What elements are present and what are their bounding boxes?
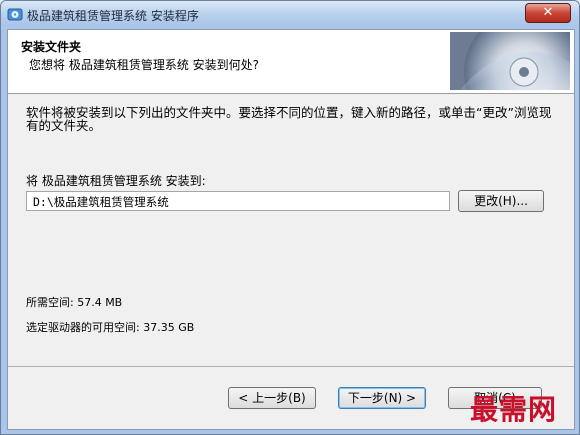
close-button[interactable]: ✕ — [525, 3, 571, 23]
available-space-text: 选定驱动器的可用空间: 37.35 GB — [26, 321, 195, 334]
installer-app-icon — [7, 8, 23, 21]
installer-window: 极品建筑租赁管理系统 安装程序 ✕ 安装文件夹 您想将 极品建筑租赁管理系统 安… — [0, 0, 580, 435]
title-bar[interactable]: 极品建筑租赁管理系统 安装程序 ✕ — [1, 1, 579, 27]
next-button[interactable]: 下一步(N) > — [338, 387, 426, 409]
required-space-text: 所需空间: 57.4 MB — [26, 296, 123, 309]
watermark-text: 最需网 — [470, 393, 558, 426]
dialog-header: 安装文件夹 您想将 极品建筑租赁管理系统 安装到何处? — [8, 30, 574, 94]
install-path-field[interactable]: D:\极品建筑租赁管理系统 — [26, 191, 450, 211]
close-icon: ✕ — [542, 5, 554, 20]
dialog-client-area: 安装文件夹 您想将 极品建筑租赁管理系统 安装到何处? 软件将被安装到以下列出的… — [7, 29, 575, 430]
dialog-body: 软件将被安装到以下列出的文件夹中。要选择不同的位置，键入新的路径，或单击“更改”… — [8, 94, 574, 364]
footer-divider — [8, 366, 574, 367]
window-title: 极品建筑租赁管理系统 安装程序 — [27, 9, 199, 23]
description-text: 软件将被安装到以下列出的文件夹中。要选择不同的位置，键入新的路径，或单击“更改”… — [26, 105, 552, 133]
header-subtitle: 您想将 极品建筑租赁管理系统 安装到何处? — [29, 58, 259, 72]
header-title: 安装文件夹 — [21, 40, 82, 54]
destination-label: 将 极品建筑租赁管理系统 安装到: — [26, 174, 206, 188]
back-button[interactable]: < 上一步(B) — [228, 387, 316, 409]
cd-disc-icon — [450, 32, 570, 90]
change-folder-button[interactable]: 更改(H)... — [458, 190, 544, 212]
